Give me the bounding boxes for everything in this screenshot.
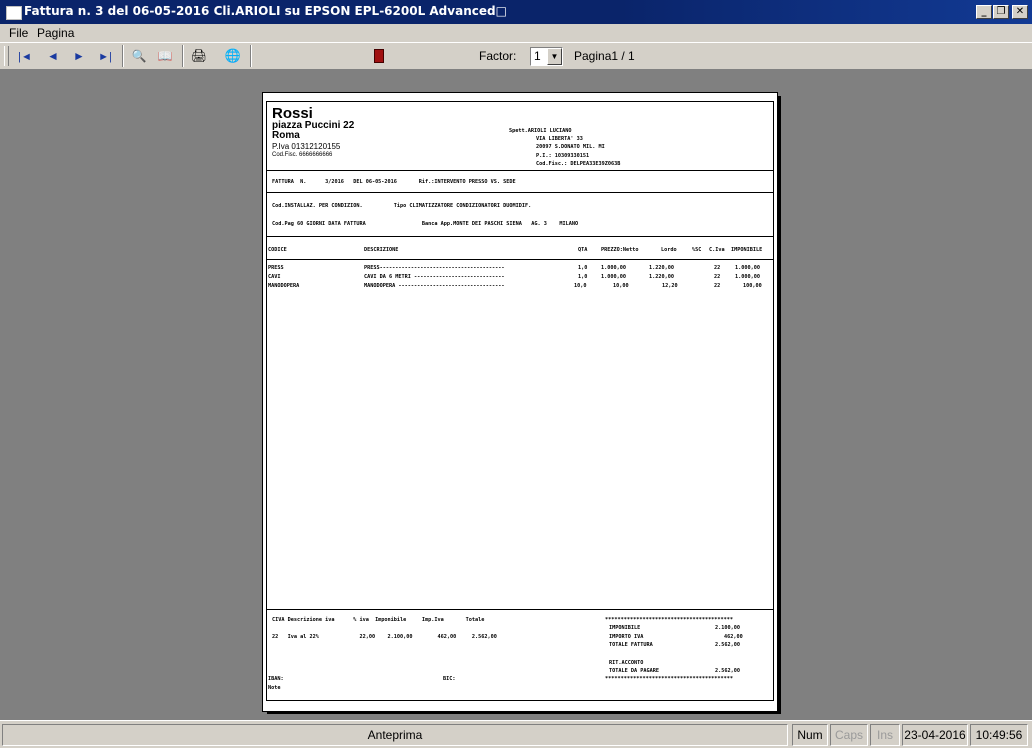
col-codice: CODICE xyxy=(268,247,287,253)
table-row-netto: 1.000,00 xyxy=(601,265,626,271)
window-title: Fattura n. 3 del 06-05-2016 Cli.ARIOLI s… xyxy=(24,4,507,18)
customer-line: P.I.: 10309330151 xyxy=(536,153,590,159)
factor-select[interactable]: 1 ▼ xyxy=(530,47,563,66)
table-row-netto: 1.000,00 xyxy=(601,274,626,280)
totale-pagare-label: TOTALE DA PAGARE xyxy=(609,668,659,674)
app-icon xyxy=(6,6,22,20)
toolbar-separator xyxy=(122,45,124,67)
table-row-civa: 22 xyxy=(714,265,721,271)
title-bar: Fattura n. 3 del 06-05-2016 Cli.ARIOLI s… xyxy=(0,0,1032,24)
divider xyxy=(267,192,773,193)
vat-row: 22 Iva al 22% 22,00 2.100,00 462,00 2.56… xyxy=(272,634,497,640)
company-city: Roma xyxy=(272,130,300,141)
divider xyxy=(267,236,773,237)
status-bar: Anteprima Num Caps Ins 23-04-2016 10:49:… xyxy=(0,720,1032,748)
book-icon[interactable] xyxy=(154,46,176,66)
stars-bottom: ****************************************… xyxy=(605,676,734,682)
globe-icon[interactable] xyxy=(222,46,244,66)
col-descrizione: DESCRIZIONE xyxy=(364,247,399,253)
toolbar-separator xyxy=(250,45,252,67)
invoice-frame: Rossi piazza Puccini 22 Roma P.Iva 01312… xyxy=(266,101,774,701)
col-imponibile: IMPONIBILE xyxy=(731,247,763,253)
divider xyxy=(267,170,773,171)
restore-button[interactable]: ❐ xyxy=(993,5,1009,19)
exit-door-icon[interactable] xyxy=(368,46,390,66)
col-qta: QTA xyxy=(578,247,588,253)
status-main: Anteprima xyxy=(2,724,788,746)
table-row-imponibile: 1.000,00 xyxy=(735,274,760,280)
divider xyxy=(267,259,773,260)
divider xyxy=(267,609,773,610)
zoom-icon[interactable] xyxy=(128,46,150,66)
table-row-netto: 10,00 xyxy=(613,283,629,289)
prev-page-icon[interactable] xyxy=(42,46,64,66)
status-date: 23-04-2016 xyxy=(902,724,968,746)
table-row-codice: MANODOPERA xyxy=(268,283,300,289)
toolbar-grip xyxy=(4,46,9,66)
totale-fattura-label: TOTALE FATTURA xyxy=(609,642,653,648)
first-page-icon[interactable] xyxy=(14,46,36,66)
customer-line: 20097 S.DONATO MIL. MI xyxy=(536,144,605,150)
table-row-lordo: 1.220,00 xyxy=(649,274,674,280)
minimize-button[interactable]: _ xyxy=(976,5,992,19)
table-row-lordo: 12,20 xyxy=(662,283,678,289)
company-piva: P.Iva 01312120155 xyxy=(272,142,341,151)
col-civa: C.Iva xyxy=(709,247,725,253)
col-prezzo: PREZZO:Netto xyxy=(601,247,639,253)
iban-label: IBAN: xyxy=(268,676,284,682)
bic-label: BIC: xyxy=(443,676,456,682)
menu-bar: File Pagina xyxy=(0,24,1032,42)
table-row-imponibile: 1.000,00 xyxy=(735,265,760,271)
status-caps: Caps xyxy=(830,724,868,746)
imponibile-label: IMPONIBILE xyxy=(609,625,641,631)
next-page-icon[interactable] xyxy=(68,46,90,66)
invoice-info-line: Cod.Pag 60 GIORNI DATA FATTURA Banca App… xyxy=(272,221,579,227)
invoice-header-line: FATTURA N. 3/2016 DEL 06-05-2016 Rif.:IN… xyxy=(272,179,516,185)
status-ins: Ins xyxy=(870,724,900,746)
menu-pagina[interactable]: Pagina xyxy=(37,26,74,40)
importo-iva-value: 462,00 xyxy=(724,634,743,640)
totale-pagare-value: 2.562,00 xyxy=(715,668,740,674)
col-sc: %SC xyxy=(692,247,702,253)
vat-header: CIVA Descrizione iva % iva Imponibile Im… xyxy=(272,617,485,623)
chevron-down-icon[interactable]: ▼ xyxy=(547,48,562,65)
print-icon[interactable] xyxy=(188,46,210,66)
table-row-qta: 10,0 xyxy=(574,283,587,289)
company-cf: Cod.Fisc. 6666666666 xyxy=(272,152,333,158)
toolbar: Factor: 1 ▼ Pagina1 / 1 xyxy=(0,42,1032,70)
totale-fattura-value: 2.562,00 xyxy=(715,642,740,648)
close-button[interactable]: ✕ xyxy=(1012,5,1028,19)
table-row-civa: 22 xyxy=(714,283,721,289)
table-row-civa: 22 xyxy=(714,274,721,280)
table-row-imponibile: 100,00 xyxy=(743,283,762,289)
customer-line: VIA LIBERTA' 33 xyxy=(536,136,583,142)
toolbar-separator xyxy=(182,45,184,67)
imponibile-value: 2.100,00 xyxy=(715,625,740,631)
importo-iva-label: IMPORTO IVA xyxy=(609,634,644,640)
table-row-descrizione: MANODOPERA -----------------------------… xyxy=(364,283,505,289)
table-row-codice: CAVI xyxy=(268,274,281,280)
invoice-page: Rossi piazza Puccini 22 Roma P.Iva 01312… xyxy=(262,92,778,712)
status-num: Num xyxy=(792,724,828,746)
col-lordo: Lordo xyxy=(661,247,677,253)
customer-line: Cod.Fisc.: DELPEA33E39Z063B xyxy=(536,161,621,167)
rit-acconto-label: RIT.ACCONTO xyxy=(609,660,644,666)
page-indicator: Pagina1 / 1 xyxy=(574,49,635,63)
last-page-icon[interactable] xyxy=(94,46,116,66)
menu-file[interactable]: File xyxy=(9,26,28,40)
note-label: Note xyxy=(268,685,281,691)
table-row-qta: 1,0 xyxy=(578,274,588,280)
table-row-descrizione: PRESS-----------------------------------… xyxy=(364,265,505,271)
customer-line: Spett.ARIOLI LUCIANO xyxy=(509,128,572,134)
factor-value: 1 xyxy=(534,49,541,63)
table-row-qta: 1,0 xyxy=(578,265,588,271)
stars-top: ****************************************… xyxy=(605,617,734,623)
table-row-codice: PRESS xyxy=(268,265,284,271)
invoice-info-line: Cod.INSTALLAZ. PER CONDIZION. Tipo CLIMA… xyxy=(272,203,532,209)
factor-label: Factor: xyxy=(479,49,517,63)
status-time: 10:49:56 xyxy=(970,724,1028,746)
table-row-lordo: 1.220,00 xyxy=(649,265,674,271)
table-row-descrizione: CAVI DA 6 METRI ------------------------… xyxy=(364,274,505,280)
